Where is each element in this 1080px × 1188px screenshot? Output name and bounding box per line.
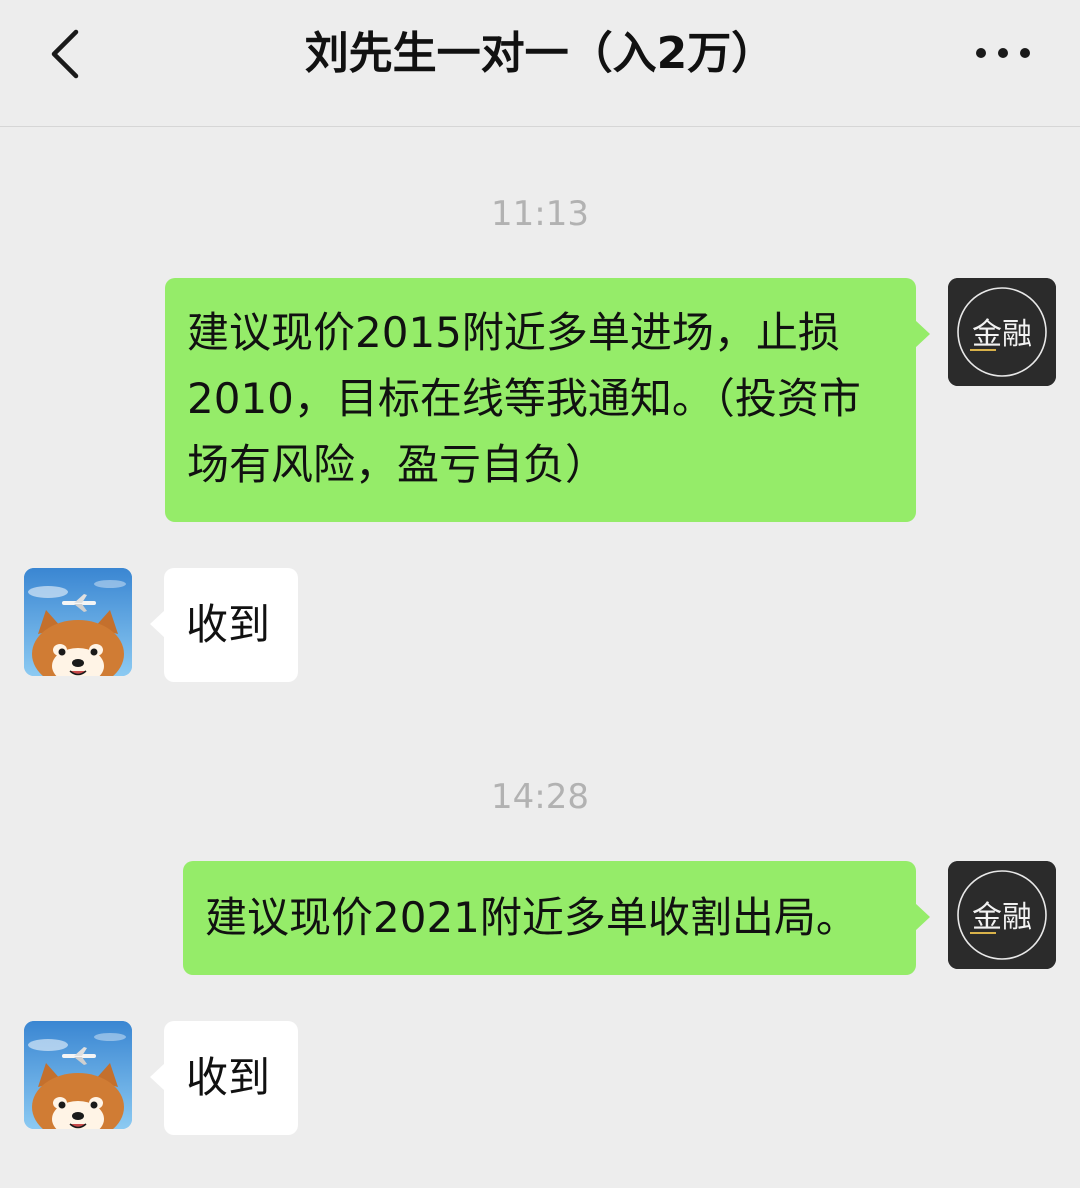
more-dots-icon bbox=[976, 48, 1030, 58]
outgoing-message-bubble[interactable]: 建议现价2021附近多单收割出局。 bbox=[183, 861, 930, 975]
message-timestamp: 11:13 bbox=[491, 194, 589, 234]
back-button[interactable] bbox=[40, 22, 100, 86]
more-options-button[interactable] bbox=[968, 38, 1038, 68]
outgoing-message-bubble[interactable]: 建议现价2015附近多单进场，止损2010，目标在线等我通知。（投资市场有风险，… bbox=[165, 278, 930, 522]
finance-logo-icon: 金融 bbox=[948, 861, 1056, 969]
incoming-message-bubble[interactable]: 收到 bbox=[150, 568, 298, 682]
contact-avatar[interactable] bbox=[24, 568, 132, 676]
logo-text: 金融 bbox=[972, 317, 1032, 352]
chat-title: 刘先生一对一（入2万） bbox=[304, 28, 776, 79]
shiba-dog-avatar-icon bbox=[24, 568, 132, 676]
logo-text: 金融 bbox=[972, 900, 1032, 935]
sender-avatar[interactable]: 金融 bbox=[948, 861, 1056, 969]
chevron-left-icon bbox=[51, 29, 79, 79]
incoming-message-bubble[interactable]: 收到 bbox=[150, 1021, 298, 1135]
finance-logo-icon: 金融 bbox=[948, 278, 1056, 386]
chat-header: 刘先生一对一（入2万） bbox=[0, 0, 1080, 127]
contact-avatar[interactable] bbox=[24, 1021, 132, 1129]
shiba-dog-avatar-icon bbox=[24, 1021, 132, 1129]
message-timestamp: 14:28 bbox=[491, 777, 589, 817]
sender-avatar[interactable]: 金融 bbox=[948, 278, 1056, 386]
